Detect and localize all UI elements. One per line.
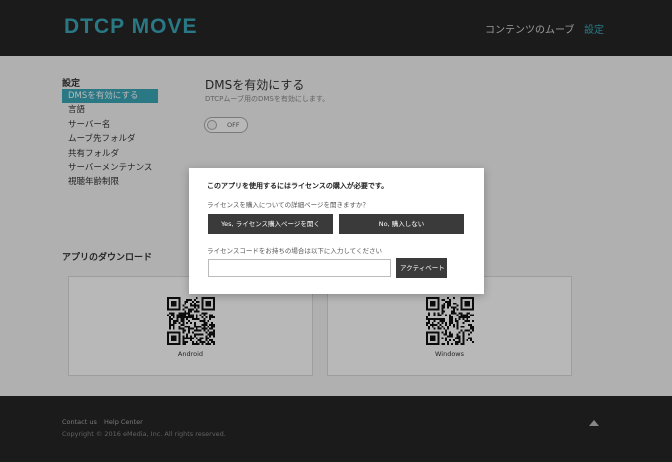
activate-button[interactable]: アクティベート — [396, 258, 447, 278]
open-license-page-button[interactable]: Yes, ライセンス購入ページを開く — [208, 214, 333, 234]
no-purchase-button[interactable]: No, 購入しない — [339, 214, 464, 234]
dialog-question: ライセンスを購入についての詳細ページを開きますか？ — [207, 201, 370, 209]
dialog-title: このアプリを使用するにはライセンスの購入が必要です。 — [207, 182, 389, 190]
license-dialog: このアプリを使用するにはライセンスの購入が必要です。 ライセンスを購入についての… — [189, 168, 484, 294]
license-code-label: ライセンスコードをお持ちの場合は以下に入力してください — [207, 247, 382, 255]
license-code-input[interactable] — [208, 259, 391, 277]
